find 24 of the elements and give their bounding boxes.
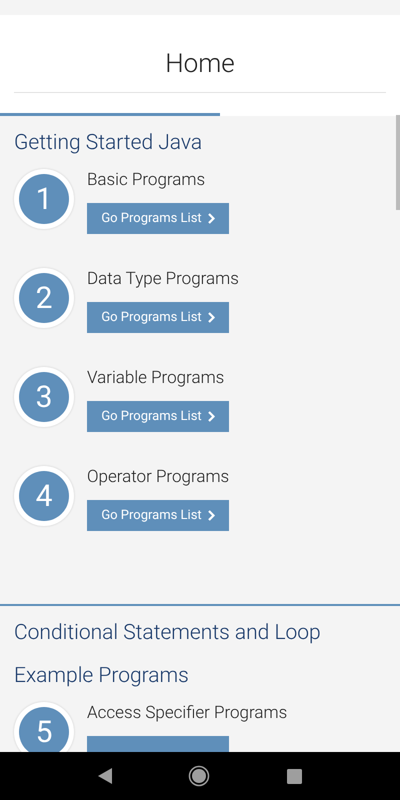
chevron-right-icon xyxy=(208,411,215,422)
page-title: Home xyxy=(14,45,386,93)
back-icon[interactable] xyxy=(98,768,112,784)
program-title: Access Specifier Programs xyxy=(87,703,288,723)
section-title: Getting Started Java xyxy=(14,130,204,157)
number-badge: 2 xyxy=(14,268,74,328)
programs-list-button[interactable]: Go Programs List xyxy=(87,500,229,531)
recent-apps-icon[interactable] xyxy=(286,768,302,784)
home-icon[interactable] xyxy=(188,765,210,787)
program-title: Data Type Programs xyxy=(87,269,239,289)
number-badge: 1 xyxy=(14,169,74,229)
programs-list-button[interactable]: Go Programs List xyxy=(87,203,229,234)
program-title: Basic Programs xyxy=(87,170,206,190)
chevron-right-icon xyxy=(208,510,215,521)
number-badge: 5 xyxy=(14,702,74,752)
program-title: Operator Programs xyxy=(87,467,230,487)
section-title: Conditional Statements and Loop Example Programs xyxy=(14,620,322,690)
chevron-right-icon xyxy=(208,312,215,323)
programs-list-button[interactable]: Go Programs List xyxy=(87,401,229,432)
program-title: Variable Programs xyxy=(87,368,226,388)
chevron-right-icon xyxy=(208,213,215,224)
number-badge: 4 xyxy=(14,466,74,526)
number-badge: 3 xyxy=(14,367,74,427)
programs-list-button[interactable]: Go Programs List xyxy=(87,302,229,333)
